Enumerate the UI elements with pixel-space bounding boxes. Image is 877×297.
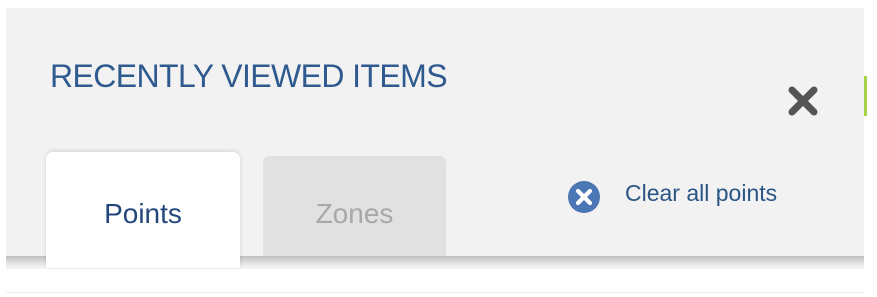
accent-edge xyxy=(864,76,867,116)
content-divider xyxy=(6,292,864,293)
close-button[interactable] xyxy=(780,78,826,124)
clear-all-points-label: Clear all points xyxy=(625,179,778,206)
tab-zones[interactable]: Zones xyxy=(263,156,446,263)
clear-all-points-button[interactable]: Clear all points xyxy=(567,180,777,214)
clear-circle-x-icon xyxy=(567,180,601,214)
tab-points[interactable]: Points xyxy=(46,152,240,268)
panel-title: RECENTLY VIEWED ITEMS xyxy=(50,58,448,94)
close-x-icon xyxy=(788,86,818,116)
